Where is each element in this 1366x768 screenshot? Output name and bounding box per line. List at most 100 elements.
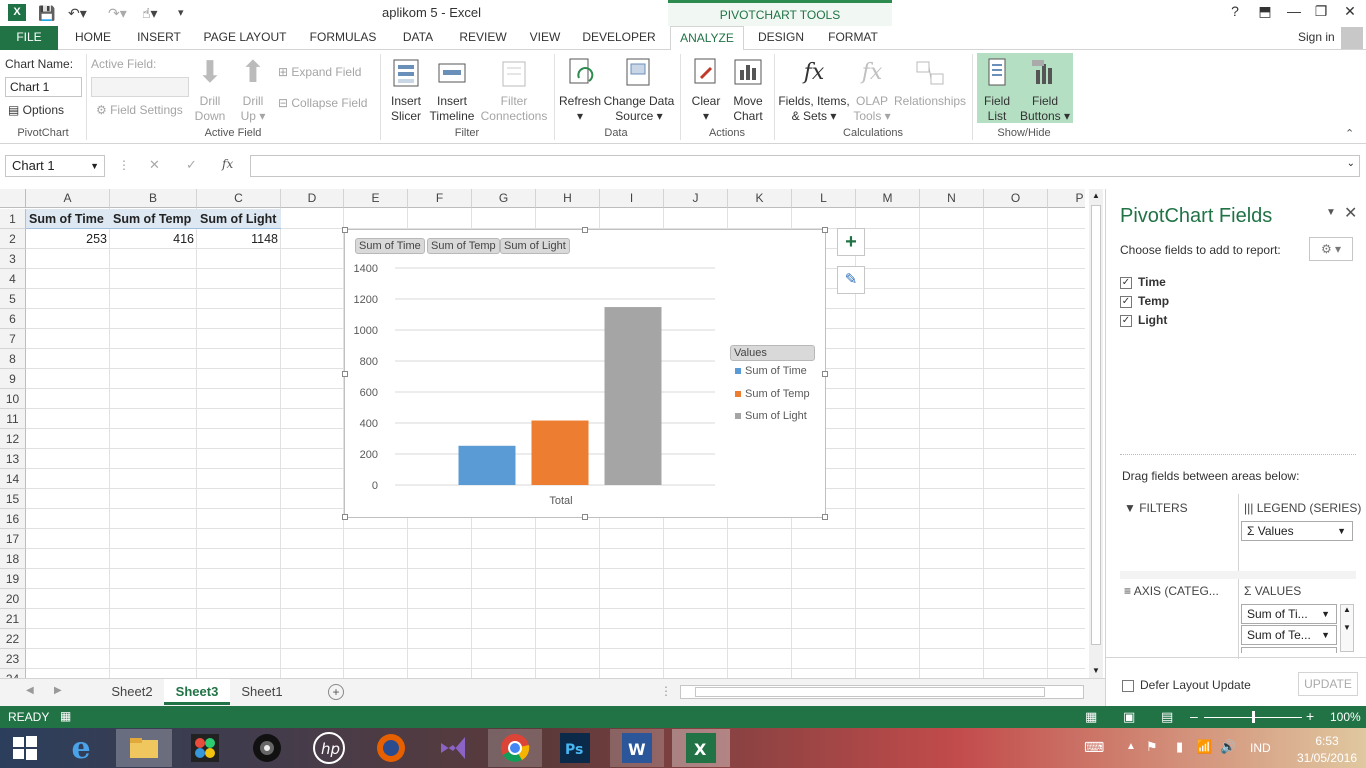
- excel-taskbar-icon[interactable]: X: [672, 729, 730, 767]
- chart-resize-handle[interactable]: [822, 227, 828, 233]
- webcam-app-icon[interactable]: [242, 729, 292, 767]
- vertical-scrollbar[interactable]: ▲ ▼: [1089, 189, 1103, 678]
- scroll-thumb[interactable]: [1091, 205, 1101, 645]
- bar-sum-of-light[interactable]: [604, 307, 662, 485]
- hscroll-thumb[interactable]: [695, 687, 1045, 697]
- expand-field-button[interactable]: ⊞ Expand Field: [278, 65, 361, 79]
- pane-options-icon[interactable]: ▼: [1326, 207, 1336, 218]
- zoom-out-icon[interactable]: –: [1190, 708, 1198, 724]
- tab-design[interactable]: DESIGN: [750, 26, 812, 50]
- chart-resize-handle[interactable]: [822, 371, 828, 377]
- clock-date[interactable]: 31/05/2016: [1292, 751, 1362, 765]
- legend-entry[interactable]: Sum of Time: [735, 365, 810, 388]
- move-chart-button[interactable]: Move Chart: [728, 56, 768, 124]
- cell-c2[interactable]: 1148: [197, 229, 281, 249]
- collapse-field-button[interactable]: ⊟ Collapse Field: [278, 96, 367, 110]
- scroll-up-icon[interactable]: ▲: [1089, 189, 1103, 203]
- minimize-button[interactable]: —: [1281, 3, 1307, 19]
- chart-resize-handle[interactable]: [342, 371, 348, 377]
- insert-timeline-button[interactable]: Insert Timeline: [428, 56, 476, 124]
- values-item-time[interactable]: Sum of Ti... ▼: [1241, 604, 1337, 624]
- scroll-left-icon[interactable]: ◀: [26, 685, 34, 696]
- active-field-input[interactable]: [91, 77, 189, 97]
- drill-up-button[interactable]: ⬆ Drill Up ▾: [236, 56, 270, 124]
- tab-insert[interactable]: INSERT: [130, 26, 188, 50]
- photoshop-icon[interactable]: Ps: [550, 729, 600, 767]
- volume-icon[interactable]: 🔊: [1220, 739, 1236, 755]
- page-layout-view-icon[interactable]: ▣: [1123, 709, 1135, 725]
- network-icon[interactable]: 📶: [1196, 739, 1212, 755]
- chevron-down-icon[interactable]: ▼: [90, 156, 99, 176]
- insert-slicer-button[interactable]: Insert Slicer: [386, 56, 426, 124]
- sheet-tab-sheet2[interactable]: Sheet2: [100, 679, 164, 705]
- page-break-view-icon[interactable]: ▤: [1161, 709, 1173, 725]
- drill-down-button[interactable]: ⬇ Drill Down: [192, 56, 228, 124]
- cell-a2[interactable]: 253: [26, 229, 110, 249]
- sign-in-link[interactable]: Sign in: [1298, 30, 1335, 44]
- tab-page-layout[interactable]: PAGE LAYOUT: [196, 26, 294, 50]
- formula-input[interactable]: ⌄: [250, 155, 1360, 177]
- tab-analyze[interactable]: ANALYZE: [670, 26, 744, 51]
- cell-a1[interactable]: Sum of Time: [26, 209, 110, 229]
- cancel-icon[interactable]: ✕: [149, 157, 160, 173]
- hp-icon[interactable]: hp: [304, 729, 354, 767]
- restore-button[interactable]: ❐: [1308, 3, 1334, 20]
- values-item-temp[interactable]: Sum of Te... ▼: [1241, 625, 1337, 645]
- firefox-icon[interactable]: [366, 729, 416, 767]
- field-temp[interactable]: ✓ Temp: [1120, 294, 1350, 313]
- new-sheet-button[interactable]: +: [328, 684, 344, 700]
- chart-resize-handle[interactable]: [822, 514, 828, 520]
- chart-resize-handle[interactable]: [582, 227, 588, 233]
- avatar[interactable]: [1341, 27, 1363, 49]
- values-scrollbar[interactable]: ▲ ▼: [1340, 604, 1354, 652]
- customize-qat-icon[interactable]: ▾: [178, 3, 184, 23]
- chart-name-input[interactable]: Chart 1: [5, 77, 82, 97]
- tab-review[interactable]: REVIEW: [452, 26, 514, 50]
- zoom-slider-thumb[interactable]: [1252, 711, 1255, 723]
- redo-icon[interactable]: ↷▾: [108, 3, 127, 23]
- chevron-down-icon[interactable]: ▼: [1321, 605, 1330, 623]
- chart-resize-handle[interactable]: [582, 514, 588, 520]
- scroll-right-icon[interactable]: ▶: [54, 685, 62, 696]
- insert-function-icon[interactable]: fx: [222, 157, 233, 171]
- tray-expand-icon[interactable]: ▲: [1126, 741, 1136, 752]
- chart-elements-button[interactable]: +: [837, 228, 865, 256]
- tab-formulas[interactable]: FORMULAS: [302, 26, 384, 50]
- chart-resize-handle[interactable]: [342, 514, 348, 520]
- field-list-button[interactable]: Field List: [980, 56, 1014, 124]
- clock-time[interactable]: 6:53: [1302, 734, 1352, 748]
- chart-styles-button[interactable]: ✎: [837, 266, 865, 294]
- undo-icon[interactable]: ↶▾: [68, 3, 87, 23]
- fields-items-sets-button[interactable]: fx Fields, Items, & Sets ▾: [778, 56, 850, 124]
- word-icon[interactable]: W: [610, 729, 664, 767]
- checkbox-icon[interactable]: ✓: [1120, 295, 1132, 308]
- update-button[interactable]: UPDATE: [1298, 672, 1358, 696]
- checkbox-icon[interactable]: [1122, 679, 1134, 692]
- defer-layout-checkbox[interactable]: Defer Layout Update: [1122, 678, 1251, 692]
- excel-app-icon[interactable]: X: [8, 4, 26, 21]
- area-splitter[interactable]: [1120, 571, 1356, 579]
- paint-app-icon[interactable]: [180, 729, 230, 767]
- sheet-tab-sheet3[interactable]: Sheet3: [164, 679, 230, 705]
- clear-button[interactable]: Clear ▾: [688, 56, 724, 124]
- action-center-icon[interactable]: ⚑: [1146, 739, 1158, 755]
- olap-tools-button[interactable]: fx OLAP Tools ▾: [852, 56, 892, 124]
- horizontal-scrollbar[interactable]: [680, 685, 1084, 699]
- start-windows-icon[interactable]: [0, 729, 50, 767]
- name-box[interactable]: Chart 1 ▼: [5, 155, 105, 177]
- expand-formula-icon[interactable]: ⌄: [1347, 158, 1355, 169]
- pivot-chart[interactable]: Sum of Time Sum of Temp Sum of Light 0 20…: [342, 227, 828, 520]
- tab-format[interactable]: FORMAT: [820, 26, 886, 50]
- tab-developer[interactable]: DEVELOPER: [578, 26, 660, 50]
- keyboard-icon[interactable]: ⌨: [1084, 739, 1104, 756]
- tab-home[interactable]: HOME: [62, 26, 124, 50]
- legend-title-button[interactable]: Values: [730, 345, 815, 361]
- help-icon[interactable]: ?: [1222, 3, 1248, 19]
- enter-icon[interactable]: ✓: [186, 157, 197, 173]
- field-buttons-button[interactable]: Field Buttons ▾: [1018, 56, 1072, 124]
- touch-mode-icon[interactable]: ☝▾: [142, 3, 158, 23]
- pane-close-icon[interactable]: ✕: [1344, 203, 1357, 223]
- visual-studio-icon[interactable]: [428, 729, 478, 767]
- checkbox-icon[interactable]: ✓: [1120, 276, 1132, 289]
- split-handle-icon[interactable]: ⋮: [660, 684, 672, 698]
